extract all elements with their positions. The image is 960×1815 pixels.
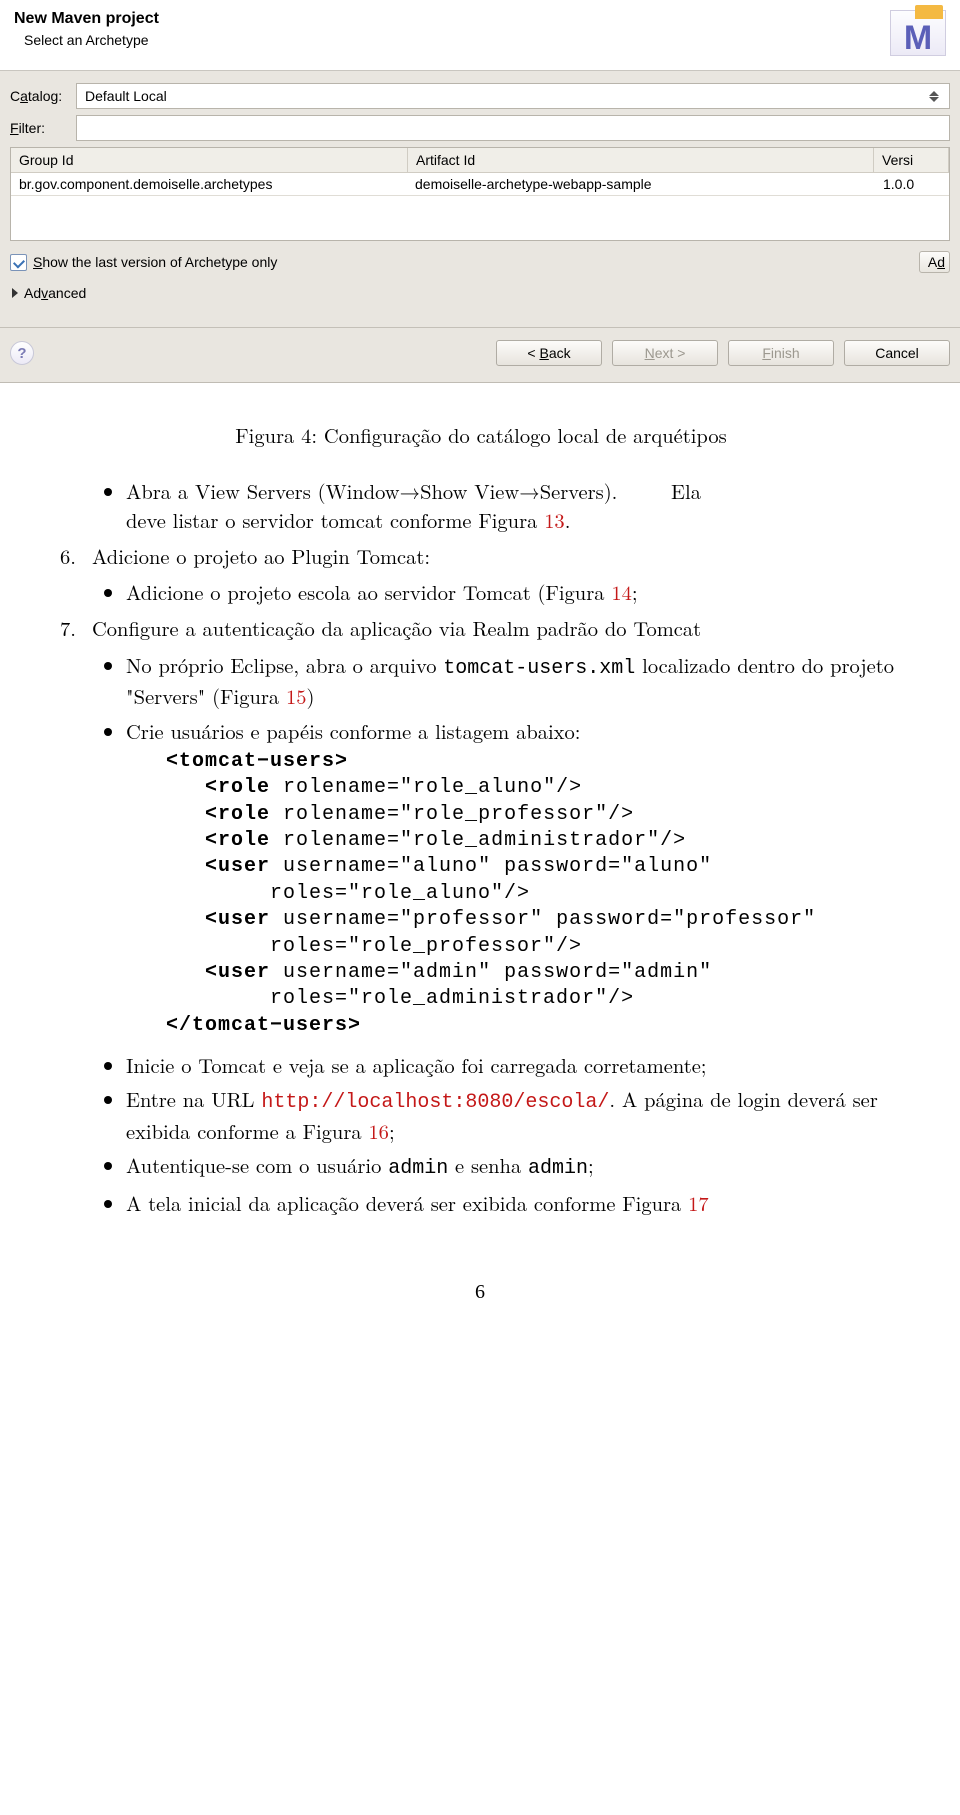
col-version[interactable]: Versi [874, 148, 949, 173]
add-archetype-button[interactable]: Ad [919, 251, 950, 273]
catalog-label: Catalog: [10, 88, 76, 104]
archetype-table: Group Id Artifact Id Versi br.gov.compon… [10, 147, 950, 241]
list-item: Entre na URL http://localhost:8080/escol… [126, 1085, 930, 1145]
catalog-selected-value: Default Local [85, 88, 167, 104]
dialog-subtitle: Select an Archetype [24, 32, 159, 48]
code-listing: <tomcat−users> <role rolename="role_alun… [166, 749, 930, 1039]
fig-ref-17: 17 [688, 1188, 709, 1217]
dialog-header: New Maven project Select an Archetype M [0, 0, 960, 71]
folder-icon [915, 5, 943, 19]
document-body: Figura 4: Configuração do catálogo local… [0, 383, 960, 1263]
col-group-id[interactable]: Group Id [11, 148, 408, 173]
show-last-version-checkbox[interactable]: Show the last version of Archetype only [10, 254, 277, 271]
list-item: Crie usuários e papéis conforme a listag… [126, 717, 930, 1040]
cancel-button[interactable]: Cancel [844, 340, 950, 366]
next-button[interactable]: Next > [612, 340, 718, 366]
list-item: A tela inicial da aplicação deverá ser e… [126, 1189, 930, 1217]
list-item: Abra a View Servers (Window→Show View→Se… [126, 477, 930, 534]
help-icon[interactable]: ? [10, 341, 34, 365]
fig-ref-15: 15 [286, 681, 307, 710]
back-button[interactable]: < Back [496, 340, 602, 366]
catalog-select[interactable]: Default Local [76, 83, 950, 109]
step-6-text: Adicione o projeto ao Plugin Tomcat: [92, 541, 430, 570]
advanced-toggle[interactable]: Advanced [12, 285, 950, 301]
url-link: http://localhost:8080/escola/ [261, 1091, 609, 1114]
maven-logo-icon: M [890, 10, 946, 56]
list-item: Adicione o projeto escola ao servidor To… [126, 578, 930, 606]
step-7-text: Configure a autenticação da aplicação vi… [92, 613, 701, 642]
fig-ref-16: 16 [368, 1116, 389, 1145]
code-inline: tomcat-users.xml [443, 657, 635, 680]
filter-input[interactable] [76, 115, 950, 141]
checkbox-icon [10, 254, 27, 271]
list-item: Inicie o Tomcat e veja se a aplicação fo… [126, 1051, 930, 1079]
fig-ref-13: 13 [544, 505, 565, 534]
filter-label: Filter: [10, 120, 76, 136]
step-number-6: 6. [16, 542, 92, 570]
col-artifact-id[interactable]: Artifact Id [408, 148, 874, 173]
finish-button[interactable]: Finish [728, 340, 834, 366]
chevron-right-icon [12, 288, 18, 298]
cell-version: 1.0.0 [875, 173, 949, 195]
fig-ref-14: 14 [611, 577, 632, 606]
step-number-7: 7. [16, 614, 92, 642]
list-item: Autentique-se com o usuário admin e senh… [126, 1151, 930, 1183]
dialog-title: New Maven project [14, 10, 159, 28]
figure-caption: Figura 4: Configuração do catálogo local… [32, 421, 930, 449]
table-header: Group Id Artifact Id Versi [11, 148, 949, 173]
cell-group: br.gov.component.demoiselle.archetypes [11, 173, 407, 195]
table-row[interactable]: br.gov.component.demoiselle.archetypes d… [11, 173, 949, 195]
maven-logo-letter: M [904, 21, 932, 55]
cell-artifact: demoiselle-archetype-webapp-sample [407, 173, 875, 195]
list-item: No próprio Eclipse, abra o arquivo tomca… [126, 651, 930, 711]
spinner-arrows-icon [929, 91, 945, 102]
page-number: 6 [0, 1263, 960, 1334]
maven-dialog: New Maven project Select an Archetype M … [0, 0, 960, 383]
